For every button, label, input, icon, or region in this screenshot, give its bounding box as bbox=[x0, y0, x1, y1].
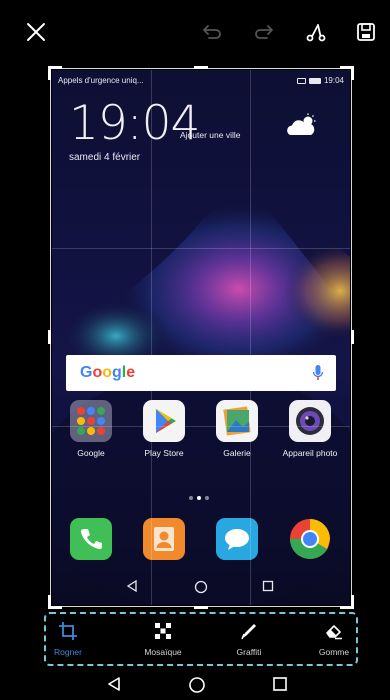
recents-icon[interactable] bbox=[272, 676, 288, 692]
tool-label: Graffiti bbox=[236, 647, 262, 657]
lock-clock: 19:04 bbox=[69, 96, 200, 151]
google-logo: Google bbox=[80, 364, 136, 381]
status-bar-time: 19:04 bbox=[323, 76, 344, 85]
status-bar-right: 19:04 bbox=[296, 76, 344, 85]
crop-handle-top-left[interactable] bbox=[48, 66, 51, 80]
tool-label: Gomme bbox=[318, 647, 350, 657]
tool-mosaic[interactable]: Mosaïque bbox=[127, 620, 199, 657]
camera-icon bbox=[289, 400, 331, 442]
page-indicator bbox=[189, 496, 209, 500]
app-gallery[interactable]: Galerie bbox=[205, 400, 269, 458]
app-label: Appareil photo bbox=[282, 448, 338, 458]
clock-date: samedi 4 février bbox=[69, 152, 141, 163]
back-icon[interactable] bbox=[106, 676, 122, 692]
crop-grid-line bbox=[250, 70, 251, 605]
home-icon bbox=[194, 580, 208, 594]
undo-icon bbox=[203, 25, 221, 39]
crop-handle-bottom-left[interactable] bbox=[48, 595, 51, 609]
crop-grid-line bbox=[52, 426, 350, 427]
redo-button[interactable] bbox=[250, 18, 278, 46]
battery-icon bbox=[308, 77, 321, 84]
screenshot-preview[interactable]: Appels d'urgence uniq... 19:04 19:04 Ajo… bbox=[52, 70, 350, 605]
save-icon bbox=[357, 23, 375, 41]
crop-handle-top-right[interactable] bbox=[351, 66, 354, 80]
app-label: Galerie bbox=[223, 448, 251, 458]
share-icon bbox=[306, 24, 326, 42]
status-bar-carrier: Appels d'urgence uniq... bbox=[58, 76, 144, 85]
gallery-icon bbox=[216, 400, 258, 442]
page-dot bbox=[205, 496, 209, 500]
edit-tools-bar: Rogner Mosaïque Graffiti Gomme bbox=[44, 612, 358, 666]
crop-handle-bottom[interactable] bbox=[194, 606, 208, 609]
crop-handle-right[interactable] bbox=[351, 330, 354, 344]
crop-grid-line bbox=[151, 70, 152, 605]
tool-crop[interactable]: Rogner bbox=[32, 620, 104, 657]
back-icon bbox=[126, 580, 137, 592]
home-icon[interactable] bbox=[188, 676, 206, 694]
app-label: Google bbox=[77, 448, 105, 458]
add-city-link: Ajouter une ville bbox=[180, 130, 241, 140]
phone-icon[interactable] bbox=[70, 518, 112, 560]
crop-grid-line bbox=[52, 248, 350, 249]
tool-eraser[interactable]: Gomme bbox=[298, 620, 370, 657]
system-nav-bar bbox=[0, 670, 390, 700]
weather-partly-cloudy-icon bbox=[287, 113, 316, 135]
google-search-bar[interactable]: Google bbox=[66, 355, 336, 391]
save-button[interactable] bbox=[352, 18, 380, 46]
page-dot bbox=[189, 496, 193, 500]
crop-handle-left[interactable] bbox=[48, 330, 51, 344]
crop-handle-top[interactable] bbox=[194, 66, 208, 69]
messages-icon[interactable] bbox=[216, 518, 258, 560]
chrome-icon[interactable] bbox=[289, 518, 331, 560]
app-label: Play Store bbox=[144, 448, 184, 458]
pen-icon bbox=[241, 624, 256, 640]
mosaic-icon bbox=[155, 623, 171, 639]
crop-handle-bottom-right[interactable] bbox=[351, 595, 354, 609]
edit-toolbar bbox=[0, 0, 390, 62]
undo-button[interactable] bbox=[198, 18, 226, 46]
tool-label: Rogner bbox=[54, 647, 82, 657]
close-icon bbox=[27, 23, 45, 41]
play-store-icon bbox=[143, 400, 185, 442]
sim-icon bbox=[296, 77, 306, 84]
recents-icon bbox=[262, 580, 274, 592]
eraser-icon bbox=[326, 625, 342, 640]
tool-graffiti[interactable]: Graffiti bbox=[213, 620, 285, 657]
tool-label: Mosaïque bbox=[144, 647, 182, 657]
google-folder-icon bbox=[70, 400, 112, 442]
close-button[interactable] bbox=[22, 18, 50, 46]
microphone-icon[interactable] bbox=[312, 364, 324, 382]
contacts-icon[interactable] bbox=[143, 518, 185, 560]
app-camera[interactable]: Appareil photo bbox=[278, 400, 342, 458]
app-google[interactable]: Google bbox=[59, 400, 123, 458]
share-button[interactable] bbox=[302, 18, 330, 46]
redo-icon bbox=[255, 25, 273, 39]
app-play-store[interactable]: Play Store bbox=[132, 400, 196, 458]
page-dot-active bbox=[197, 496, 201, 500]
crop-icon bbox=[59, 622, 77, 640]
